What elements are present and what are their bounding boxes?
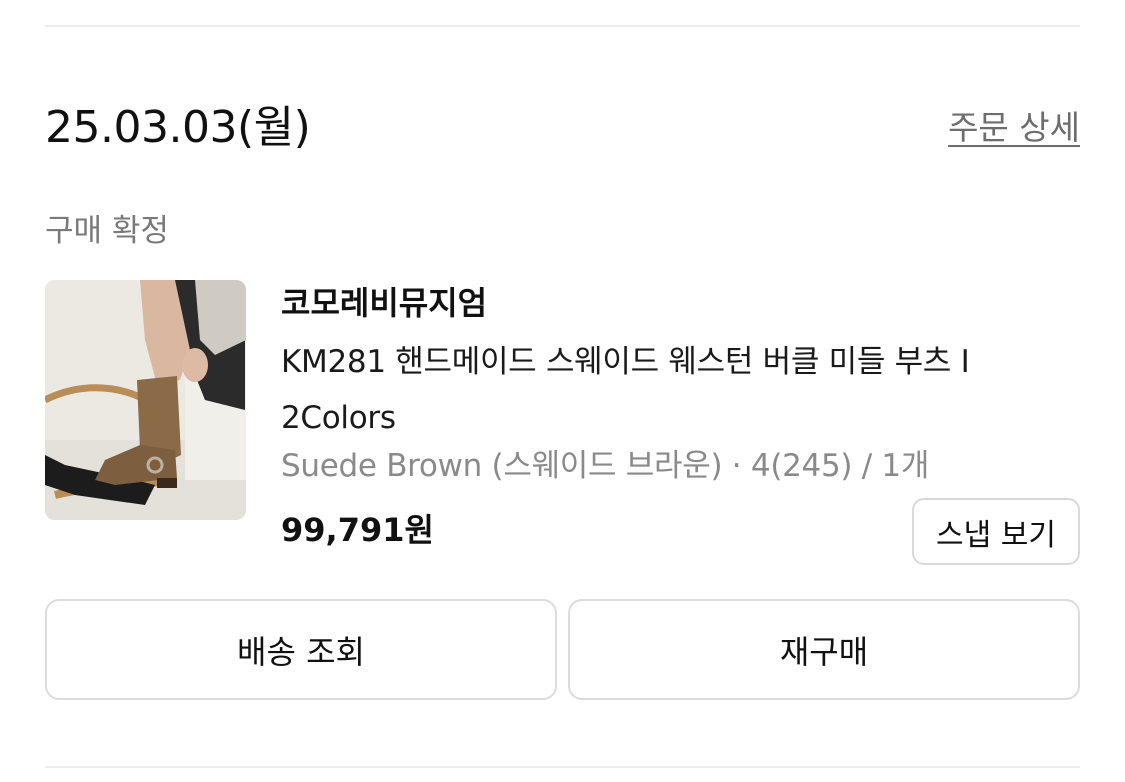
order-detail-link[interactable]: 주문 상세 — [948, 106, 1080, 150]
product-thumbnail[interactable] — [45, 280, 246, 520]
repurchase-button[interactable]: 재구매 — [568, 599, 1080, 700]
top-divider — [45, 25, 1080, 27]
product-option: Suede Brown (스웨이드 브라운) · 4(245) / 1개 — [281, 448, 930, 484]
product-name[interactable]: KM281 핸드메이드 스웨이드 웨스턴 버클 미들 부츠 I 2Colors — [281, 334, 1061, 446]
brand-name[interactable]: 코모레비뮤지엄 — [281, 280, 487, 326]
bottom-divider — [45, 766, 1080, 768]
track-delivery-button[interactable]: 배송 조회 — [45, 599, 557, 700]
order-status: 구매 확정 — [45, 213, 169, 249]
order-date: 25.03.03(월) — [45, 102, 311, 153]
snap-view-button[interactable]: 스냅 보기 — [912, 498, 1080, 565]
product-price: 99,791원 — [281, 511, 434, 549]
